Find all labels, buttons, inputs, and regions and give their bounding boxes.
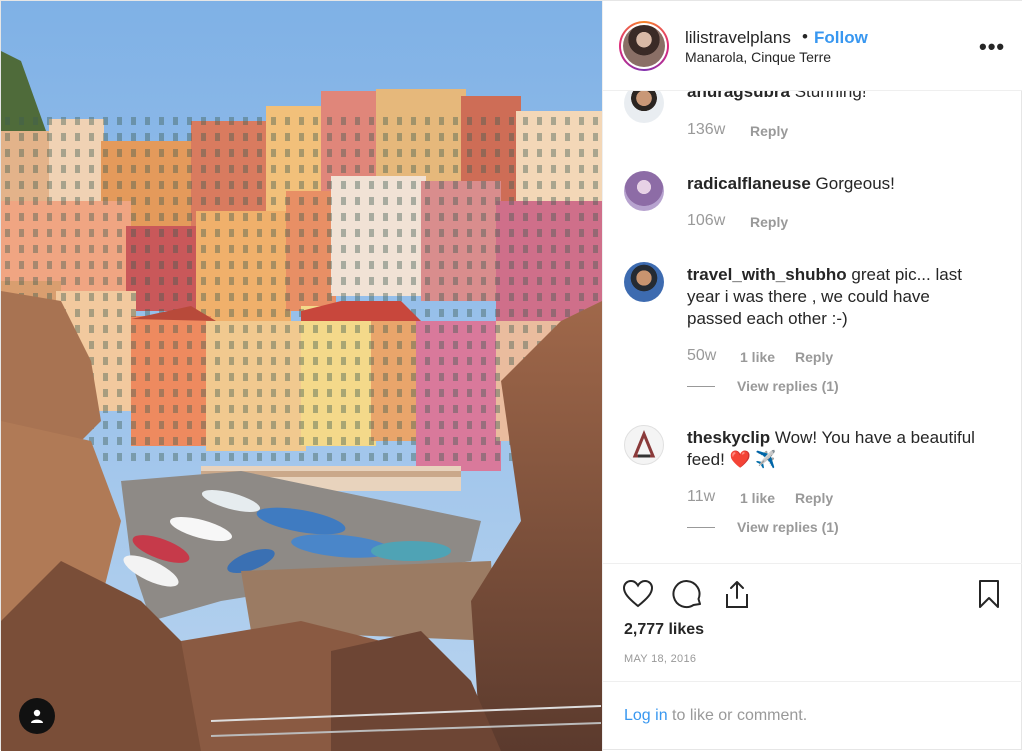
share-icon[interactable] bbox=[721, 578, 753, 610]
replies-divider bbox=[687, 527, 715, 528]
comment-meta: 11w 1 like Reply bbox=[687, 488, 833, 506]
post-date[interactable]: MAY 18, 2016 bbox=[624, 653, 696, 665]
likes-count[interactable]: 2,777 likes bbox=[624, 621, 704, 639]
commenter-username[interactable]: theskyclip bbox=[687, 428, 770, 447]
comments-list[interactable]: anuragsubra Stunning! 136w Reply radical… bbox=[603, 91, 1022, 563]
post-photo[interactable] bbox=[1, 1, 602, 751]
reply-button[interactable]: Reply bbox=[750, 123, 788, 139]
comment-text: travel_with_shubho great pic... last yea… bbox=[687, 264, 987, 330]
skyclip-logo-icon bbox=[632, 430, 656, 458]
comment-likes[interactable]: 1 like bbox=[740, 490, 775, 506]
login-prompt-text: Log in to like or comment. bbox=[624, 707, 807, 725]
login-link[interactable]: Log in bbox=[624, 707, 668, 724]
post-actions: 2,777 likes MAY 18, 2016 bbox=[603, 563, 1022, 681]
post-details-pane: lilistravelplans • Follow Manarola, Cinq… bbox=[602, 1, 1022, 751]
commenter-avatar[interactable] bbox=[624, 171, 664, 211]
comment-time[interactable]: 50w bbox=[687, 347, 716, 364]
commenter-username[interactable]: radicalflaneuse bbox=[687, 174, 811, 193]
commenter-avatar[interactable] bbox=[624, 425, 664, 465]
comment-text: anuragsubra Stunning! bbox=[687, 91, 987, 103]
comment-text: radicalflaneuse Gorgeous! bbox=[687, 173, 987, 195]
commenter-username[interactable]: travel_with_shubho bbox=[687, 265, 847, 284]
post-header: lilistravelplans • Follow Manarola, Cinq… bbox=[603, 1, 1022, 91]
reply-button[interactable]: Reply bbox=[795, 490, 833, 506]
comment-text: theskyclip Wow! You have a beautiful fee… bbox=[687, 427, 987, 471]
heart-icon[interactable] bbox=[622, 578, 654, 610]
manarola-photo bbox=[1, 1, 602, 751]
profile-avatar[interactable] bbox=[619, 21, 669, 71]
author-username[interactable]: lilistravelplans bbox=[685, 28, 791, 48]
tag-people-button[interactable] bbox=[19, 698, 55, 734]
view-replies-label[interactable]: View replies (1) bbox=[737, 378, 839, 394]
comment-time[interactable]: 106w bbox=[687, 212, 725, 229]
follow-button[interactable]: Follow bbox=[814, 28, 868, 48]
commenter-username[interactable]: anuragsubra bbox=[687, 91, 790, 101]
post-location[interactable]: Manarola, Cinque Terre bbox=[685, 49, 831, 65]
comment-likes[interactable]: 1 like bbox=[740, 349, 775, 365]
more-options-icon[interactable]: ••• bbox=[979, 34, 1005, 60]
comment-body: Gorgeous! bbox=[815, 174, 895, 193]
reply-button[interactable]: Reply bbox=[750, 214, 788, 230]
comment-icon[interactable] bbox=[672, 578, 704, 610]
reply-button[interactable]: Reply bbox=[795, 349, 833, 365]
comment-meta: 50w 1 like Reply bbox=[687, 347, 833, 365]
comment-meta: 136w Reply bbox=[687, 121, 788, 139]
commenter-avatar[interactable] bbox=[624, 91, 664, 123]
view-replies-label[interactable]: View replies (1) bbox=[737, 519, 839, 535]
header-separator: • bbox=[802, 27, 808, 46]
commenter-avatar[interactable] bbox=[624, 262, 664, 302]
replies-divider bbox=[687, 386, 715, 387]
comment-body: Stunning! bbox=[794, 91, 867, 101]
comment-time[interactable]: 11w bbox=[687, 488, 715, 505]
comment-time[interactable]: 136w bbox=[687, 121, 725, 138]
instagram-post: lilistravelplans • Follow Manarola, Cinq… bbox=[0, 0, 1022, 751]
login-suffix: to like or comment. bbox=[667, 707, 808, 724]
login-prompt: Log in to like or comment. bbox=[603, 681, 1022, 751]
comment-meta: 106w Reply bbox=[687, 212, 788, 230]
user-tag-icon bbox=[31, 709, 43, 723]
bookmark-icon[interactable] bbox=[973, 578, 1005, 610]
